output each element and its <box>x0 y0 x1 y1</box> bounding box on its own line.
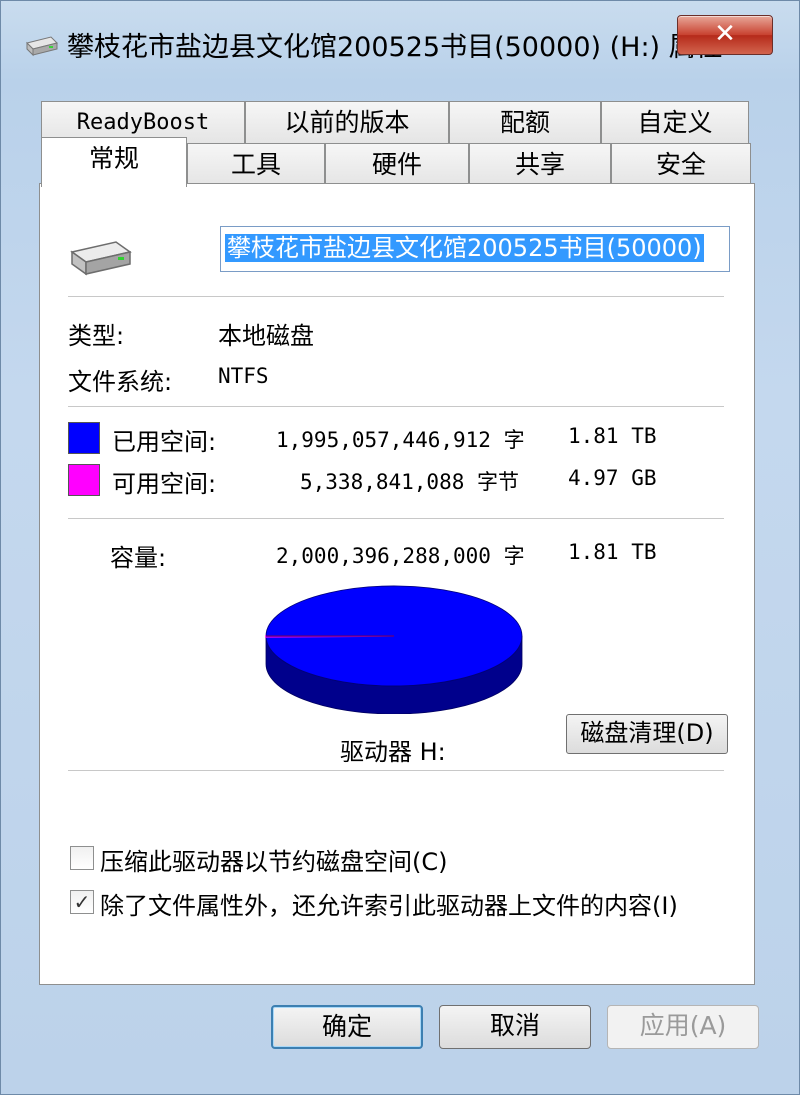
separator <box>68 296 724 298</box>
drive-name-selected-text: 攀枝花市盐边县文化馆200525书目(50000) <box>225 234 704 262</box>
separator <box>68 518 724 520</box>
drive-icon <box>26 36 58 57</box>
free-space-swatch <box>68 464 100 496</box>
capacity-size: 1.81 TB <box>568 540 657 564</box>
drive-name-input[interactable]: 攀枝花市盐边县文化馆200525书目(50000) <box>220 226 730 272</box>
ok-button[interactable]: 确定 <box>271 1005 423 1049</box>
window-title: 攀枝花市盐边县文化馆200525书目(50000) (H:) 属性 <box>67 32 723 63</box>
close-button[interactable]: ✕ <box>677 15 773 55</box>
tab-sharing[interactable]: 共享 <box>469 143 611 187</box>
properties-window: 攀枝花市盐边县文化馆200525书目(50000) (H:) 属性 ✕ Read… <box>0 0 800 1095</box>
close-icon: ✕ <box>714 19 736 49</box>
tab-security[interactable]: 安全 <box>611 143 751 187</box>
tab-customize[interactable]: 自定义 <box>601 101 749 145</box>
apply-button[interactable]: 应用(A) <box>607 1005 759 1049</box>
disk-cleanup-button[interactable]: 磁盘清理(D) <box>566 714 728 754</box>
file-system-value: NTFS <box>218 364 269 388</box>
compress-checkbox[interactable] <box>70 846 94 870</box>
free-space-size: 4.97 GB <box>568 466 657 490</box>
drive-letter-label: 驱动器 H: <box>340 738 446 766</box>
separator <box>68 770 724 772</box>
used-space-size: 1.81 TB <box>568 424 657 448</box>
type-value: 本地磁盘 <box>218 322 314 350</box>
file-system-label: 文件系统: <box>68 368 173 396</box>
type-label: 类型: <box>68 322 125 350</box>
hard-drive-icon <box>70 241 132 276</box>
tab-previous-versions[interactable]: 以前的版本 <box>245 101 449 145</box>
capacity-label: 容量: <box>110 544 167 572</box>
disk-usage-pie-chart <box>265 585 523 714</box>
free-space-label: 可用空间: <box>112 470 217 498</box>
cancel-button[interactable]: 取消 <box>439 1005 591 1049</box>
tab-general[interactable]: 常规 <box>41 137 187 187</box>
index-option-label[interactable]: 除了文件属性外，还允许索引此驱动器上文件的内容(I) <box>100 886 678 921</box>
tab-quota[interactable]: 配额 <box>449 101 601 145</box>
tab-tools[interactable]: 工具 <box>187 143 325 187</box>
separator <box>68 406 724 408</box>
free-space-bytes: 5,338,841,088 字节 <box>300 470 520 494</box>
used-space-label: 已用空间: <box>112 428 217 456</box>
tab-hardware[interactable]: 硬件 <box>325 143 469 187</box>
title-bar[interactable]: 攀枝花市盐边县文化馆200525书目(50000) (H:) 属性 ✕ <box>1 1 800 91</box>
capacity-bytes: 2,000,396,288,000 字 <box>276 544 525 568</box>
used-space-bytes: 1,995,057,446,912 字 <box>276 428 525 452</box>
compress-option-label[interactable]: 压缩此驱动器以节约磁盘空间(C) <box>100 842 447 877</box>
general-panel: 攀枝花市盐边县文化馆200525书目(50000) 类型: 本地磁盘 文件系统:… <box>39 183 755 985</box>
index-checkbox[interactable]: ✓ <box>70 890 94 914</box>
used-space-swatch <box>68 422 100 454</box>
